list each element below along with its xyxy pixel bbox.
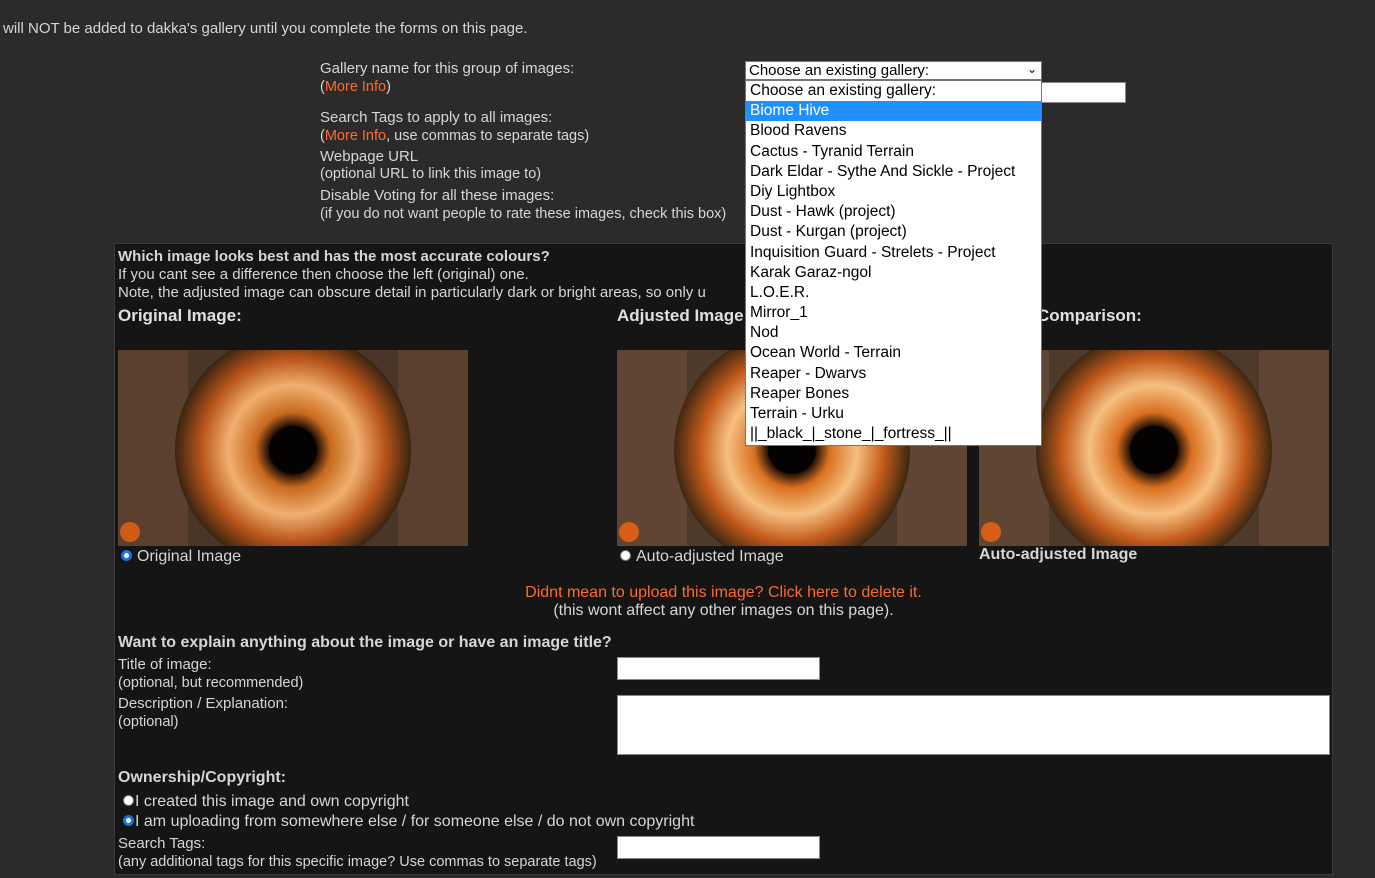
image-tags-input[interactable] xyxy=(617,836,820,859)
gallery-option[interactable]: Reaper Bones xyxy=(746,384,1041,404)
gallery-more-info-link[interactable]: More Info xyxy=(325,79,386,95)
gallery-option[interactable]: Terrain - Urku xyxy=(746,404,1041,424)
tags-more-info-link[interactable]: More Info xyxy=(325,128,386,144)
image-panel: Which image looks best and has the most … xyxy=(114,243,1333,875)
gallery-option[interactable]: Karak Garaz-ngol xyxy=(746,263,1041,283)
gallery-option[interactable]: Cactus - Tyranid Terrain xyxy=(746,142,1041,162)
gallery-option-highlighted[interactable]: Biome Hive xyxy=(746,101,1041,122)
original-image-heading: Original Image: xyxy=(118,306,242,325)
gallery-option[interactable]: Choose an existing gallery: xyxy=(746,81,1041,101)
radio-icon[interactable] xyxy=(123,795,134,807)
best-image-line2: Note, the adjusted image can obscure det… xyxy=(118,284,706,301)
webpage-label: Webpage URL xyxy=(320,148,419,165)
image-tags-hint: (any additional tags for this specific i… xyxy=(118,854,597,870)
comparison-caption: Auto-adjusted Image xyxy=(979,546,1138,563)
upload-notice: will NOT be added to dakka's gallery unt… xyxy=(3,20,528,37)
ownership-option-not-own[interactable]: I am uploading from somewhere else / for… xyxy=(123,813,694,831)
title-label: Title of image: xyxy=(118,656,212,673)
description-textarea[interactable] xyxy=(617,695,1330,755)
chevron-down-icon: ⌄ xyxy=(1026,62,1037,76)
tags-label: Search Tags to apply to all images: xyxy=(320,109,553,126)
ownership-heading: Ownership/Copyright: xyxy=(118,769,286,786)
gallery-option[interactable]: Nod xyxy=(746,323,1041,343)
gallery-option[interactable]: ||_black_|_stone_|_fortress_|| xyxy=(746,424,1041,444)
gallery-option[interactable]: Dust - Hawk (project) xyxy=(746,202,1041,222)
voting-label: Disable Voting for all these images: xyxy=(320,187,555,204)
gallery-more-info: (More Info) xyxy=(320,79,391,95)
voting-hint: (if you do not want people to rate these… xyxy=(320,206,727,222)
ownership-option-own[interactable]: I created this image and own copyright xyxy=(123,793,409,811)
image-title-input[interactable] xyxy=(617,657,820,680)
gallery-option[interactable]: L.O.E.R. xyxy=(746,283,1041,303)
delete-image-note: (this wont affect any other images on th… xyxy=(553,602,894,619)
image-tags-label: Search Tags: xyxy=(118,835,206,852)
radio-icon[interactable] xyxy=(620,550,631,562)
webpage-hint: (optional URL to link this image to) xyxy=(320,166,542,182)
adjusted-image-option[interactable]: Auto-adjusted Image xyxy=(620,548,784,566)
adjusted-image-heading: Adjusted Image: xyxy=(617,306,750,325)
gallery-option[interactable]: Blood Ravens xyxy=(746,121,1041,141)
new-gallery-input[interactable] xyxy=(1040,82,1126,103)
gallery-option[interactable]: Ocean World - Terrain xyxy=(746,343,1041,363)
gallery-option[interactable]: Inquisition Guard - Strelets - Project xyxy=(746,243,1041,263)
title-hint: (optional, but recommended) xyxy=(118,675,304,691)
gallery-option[interactable]: Mirror_1 xyxy=(746,303,1041,323)
gallery-option[interactable]: Dark Eldar - Sythe And Sickle - Project xyxy=(746,162,1041,182)
best-image-line1: If you cant see a difference then choose… xyxy=(118,266,529,283)
gallery-option[interactable]: Diy Lightbox xyxy=(746,182,1041,202)
radio-selected-icon[interactable] xyxy=(123,815,134,827)
explain-heading: Want to explain anything about the image… xyxy=(118,634,612,651)
original-image[interactable] xyxy=(118,350,468,546)
gallery-option[interactable]: Reaper - Dwarvs xyxy=(746,364,1041,384)
best-image-question: Which image looks best and has the most … xyxy=(118,248,550,265)
gallery-dropdown-list[interactable]: Choose an existing gallery: Biome Hive B… xyxy=(745,80,1042,446)
radio-selected-icon[interactable] xyxy=(121,550,132,562)
comparison-heading: Comparison: xyxy=(1037,306,1142,325)
gallery-option[interactable]: Dust - Kurgan (project) xyxy=(746,222,1041,242)
original-image-option[interactable]: Original Image xyxy=(121,548,241,566)
delete-image-link[interactable]: Didnt mean to upload this image? Click h… xyxy=(115,584,1332,602)
description-label: Description / Explanation: xyxy=(118,695,289,712)
description-hint: (optional) xyxy=(118,714,179,730)
gallery-select[interactable]: Choose an existing gallery: ⌄ xyxy=(745,61,1042,80)
gallery-select-value: Choose an existing gallery: xyxy=(749,62,930,79)
gallery-label: Gallery name for this group of images: xyxy=(320,60,575,77)
tags-hint: (More Info, use commas to separate tags) xyxy=(320,128,590,144)
